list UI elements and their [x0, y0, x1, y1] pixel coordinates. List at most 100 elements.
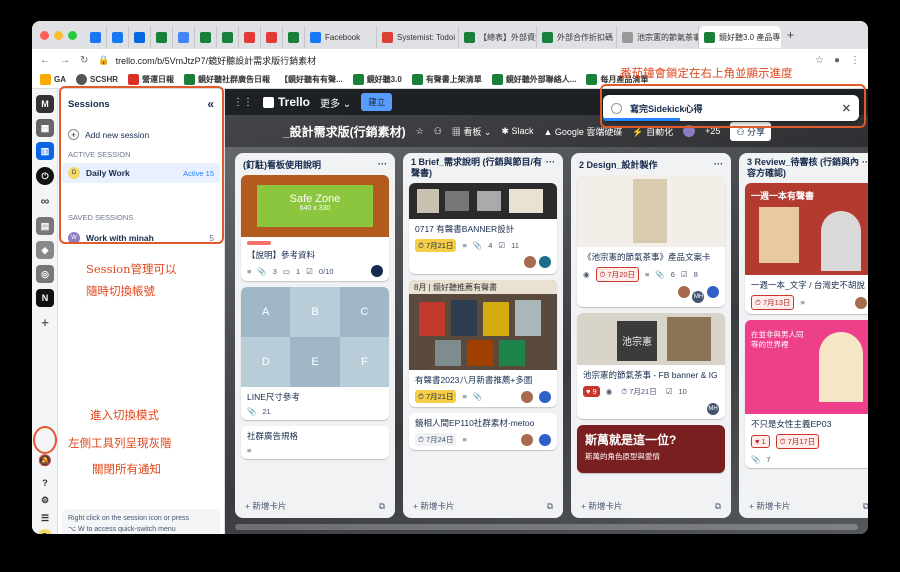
list-title[interactable]: 3 Review_待審核 (行銷與內容方確認)	[747, 157, 862, 179]
safe-zone-image: Safe Zone 640 x 330	[257, 185, 373, 227]
card-cover	[577, 175, 725, 247]
tab[interactable]	[239, 26, 261, 48]
more-icon[interactable]: ···	[378, 159, 387, 169]
help-icon[interactable]: ?	[36, 474, 54, 492]
menu-icon[interactable]: ⋮	[850, 55, 860, 66]
more-icon[interactable]: ···	[546, 157, 555, 168]
card[interactable]: 在並非與男人同等的世界裡 不只是女性主義EP03 ♥ 1 ⏱ 7月17日 📎 7	[745, 320, 868, 468]
slack-powerup[interactable]: ✱ Slack	[501, 126, 533, 137]
template-icon[interactable]: ⧉	[547, 501, 553, 512]
add-app-icon[interactable]: +	[36, 313, 54, 331]
bookmark-item[interactable]: SCSHR	[76, 74, 118, 85]
due-date[interactable]: ⏱ 7月24日	[415, 433, 457, 446]
tab[interactable]	[85, 26, 107, 48]
card[interactable]: 0717 有聲書BANNER設計 ⏱ 7月21日 ≡ 📎 4 ☑ 11	[409, 183, 557, 274]
tab[interactable]	[107, 26, 129, 48]
bookmark-item[interactable]: 鏡好聽外部聯絡人...	[491, 74, 576, 85]
due-date[interactable]: ⏱ 7月21日	[415, 390, 457, 403]
maximize-window-button[interactable]	[68, 30, 77, 40]
card[interactable]: 斯萬就是這一位? 斯萬的角色原型與愛情	[577, 425, 725, 473]
back-icon[interactable]: ←	[40, 55, 50, 66]
tab-active[interactable]: 鏡好聽3.0 產品專	[699, 26, 781, 48]
board-title[interactable]: _設計需求版(行銷素材)	[283, 123, 406, 140]
minimize-window-button[interactable]	[54, 30, 63, 40]
due-date[interactable]: ⏱ 7月13日	[751, 295, 795, 310]
bookmark-item[interactable]: 【鏡好聽有有聲...	[280, 74, 343, 85]
tab[interactable]	[217, 26, 239, 48]
card[interactable]: 池宗憲 池宗憲的節氣茶事 - FB banner & IG ♥ 9 ◉ ⏱ 7月…	[577, 313, 725, 419]
more-icon[interactable]: ···	[862, 157, 868, 168]
list-design: 2 Design_設計製作 ··· 《池宗憲的節氣茶事》產品文案卡 ◉ ⏱ 7月2…	[571, 153, 731, 518]
figma-icon[interactable]: ◆	[36, 241, 54, 259]
tab-resources[interactable]: 【總表】外部資源	[459, 26, 537, 48]
star-icon[interactable]: ☆	[815, 55, 824, 66]
template-icon[interactable]: ⧉	[863, 501, 868, 512]
workspace-icon[interactable]: ⚇	[434, 126, 442, 137]
close-window-button[interactable]	[40, 30, 49, 40]
list-title[interactable]: (釘駐)看板使用說明	[243, 158, 321, 171]
card[interactable]: 8月 | 鏡好聽推薦有聲書 有聲書2023八月新書推薦+多圖 ⏱ 7月21日 ≡…	[409, 280, 557, 407]
bookmark-item[interactable]: GA	[40, 74, 66, 85]
more-menu[interactable]: 更多 ⌄	[320, 95, 351, 110]
card[interactable]: 社群廣告規格 ≡	[241, 426, 389, 459]
bookmark-item[interactable]: 有聲書上架清單	[411, 74, 482, 85]
tab-tea[interactable]: 池宗憲的節氣茶事	[617, 26, 699, 48]
account-avatar[interactable]: D	[38, 529, 52, 534]
add-card-button[interactable]: + 新增卡片 ⧉	[235, 494, 395, 518]
profile-icon[interactable]: ●	[834, 55, 840, 66]
star-icon[interactable]: ☆	[416, 126, 424, 137]
add-card-button[interactable]: + 新增卡片 ⧉	[739, 494, 868, 518]
apps-grid-icon[interactable]: ⋮⋮	[233, 97, 253, 108]
tab-facebook[interactable]: Facebook	[305, 26, 377, 48]
avatar	[371, 265, 383, 277]
bookmark-item[interactable]: 鏡好聽社群廣告日報	[184, 74, 270, 85]
tab-systemist[interactable]: Systemist: Todoi	[377, 26, 459, 48]
add-card-button[interactable]: + 新增卡片 ⧉	[571, 494, 731, 518]
tab[interactable]	[129, 26, 151, 48]
bookmark-item[interactable]: 營運日報	[128, 74, 174, 85]
due-date[interactable]: ⏱ 7月17日	[775, 434, 820, 449]
horizontal-scrollbar[interactable]	[235, 524, 858, 530]
menu-lines-icon[interactable]: ☰	[36, 509, 54, 527]
tab-discount[interactable]: 外部合作折扣碼	[537, 26, 617, 48]
due-date[interactable]: ⏱ 7月21日	[415, 239, 457, 252]
add-card-button[interactable]: + 新增卡片 ⧉	[403, 494, 563, 518]
view-switcher[interactable]: ▦ 看板 ⌄	[452, 125, 492, 138]
quick-switch-hint: Right click on the session icon or press…	[62, 509, 220, 534]
create-button[interactable]: 建立	[361, 93, 393, 111]
list-title[interactable]: 2 Design_設計製作	[579, 158, 658, 171]
template-icon[interactable]: ⧉	[379, 501, 385, 512]
notion-icon[interactable]: N	[36, 289, 54, 307]
tab[interactable]	[261, 26, 283, 48]
trello-logo[interactable]: Trello	[263, 95, 310, 109]
due-date[interactable]: ⏱ 7月21日	[618, 385, 659, 398]
card[interactable]: 一週一本有聲書 一週一本_文字 / 台灣史不胡說 ⏱ 7月13日 ≡	[745, 183, 868, 314]
sheets-icon[interactable]: ▤	[36, 217, 54, 235]
list-title[interactable]: 1 Brief_需求說明 (行銷與節目/有聲書)	[411, 157, 546, 179]
reload-icon[interactable]: ↻	[80, 55, 88, 66]
forward-icon[interactable]: →	[60, 55, 70, 66]
new-tab-button[interactable]: +	[781, 28, 800, 42]
sheets-icon	[411, 74, 423, 85]
sheets-icon	[200, 31, 211, 43]
tab[interactable]	[173, 26, 195, 48]
bookmark-item[interactable]: 鏡好聽3.0	[352, 74, 402, 85]
template-icon[interactable]: ⧉	[715, 501, 721, 512]
card[interactable]: 《池宗憲的節氣茶事》產品文案卡 ◉ ⏱ 7月20日 ≡ 📎 6 ☑ 8 MH	[577, 175, 725, 307]
line-icon[interactable]: ◎	[36, 265, 54, 283]
attachment-icon: 📎	[655, 270, 665, 279]
gmail-icon[interactable]: M	[36, 95, 54, 113]
calendar-icon[interactable]: ▦	[36, 119, 54, 137]
tab[interactable]	[195, 26, 217, 48]
gear-icon[interactable]: ⚙	[36, 491, 54, 509]
card[interactable]: A B C D E F LINE尺寸參考 📎 21	[241, 287, 389, 420]
card[interactable]: Safe Zone 640 x 330 【說明】參考資料 ≡ 📎 3 ▭ 1 ☑ 0/…	[241, 175, 389, 281]
card[interactable]: 鏡相人間EP110社群素材-metoo ⏱ 7月24日 ≡	[409, 413, 557, 450]
power-icon[interactable]: ⏻	[36, 167, 54, 185]
meta-icon[interactable]: ∞	[36, 192, 54, 210]
more-icon[interactable]: ···	[714, 159, 723, 169]
trello-icon[interactable]: ▥	[36, 142, 54, 160]
due-date[interactable]: ⏱ 7月20日	[595, 267, 639, 282]
tab[interactable]	[283, 26, 305, 48]
tab[interactable]	[151, 26, 173, 48]
